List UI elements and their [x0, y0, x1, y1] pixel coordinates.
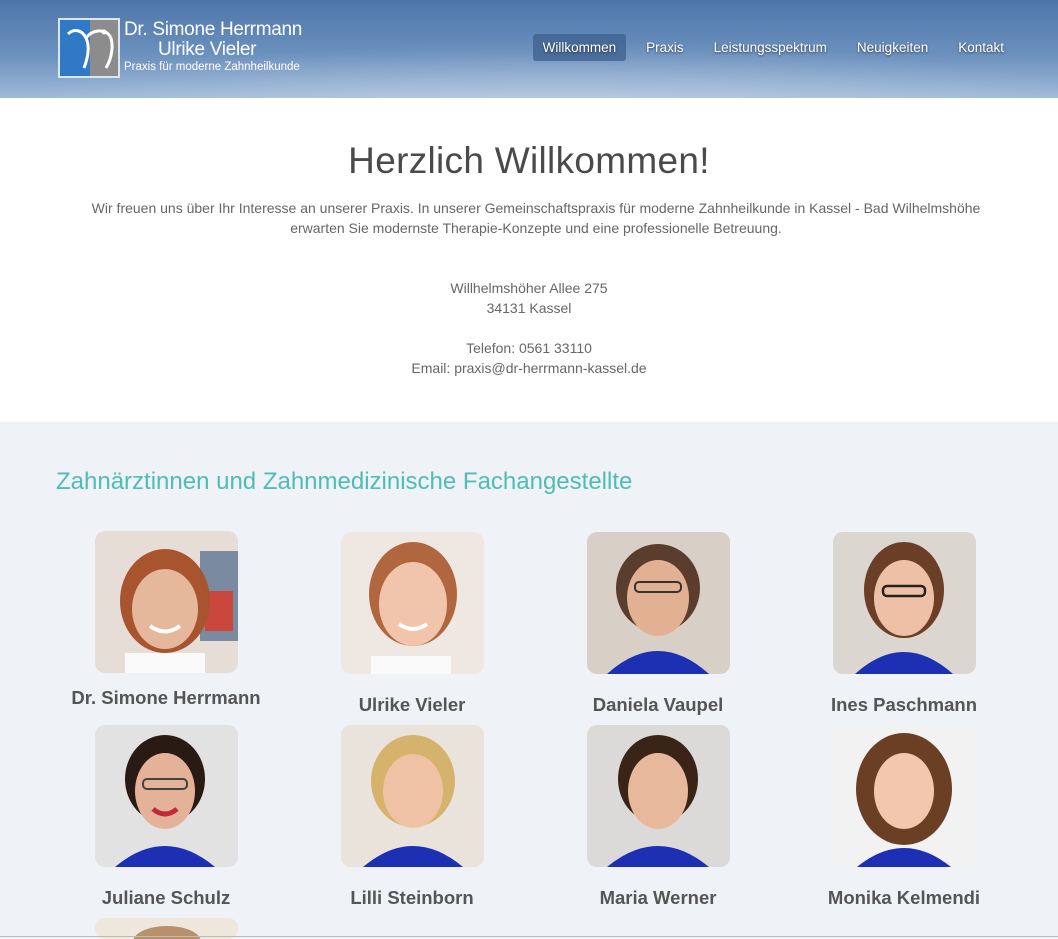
team-member-card[interactable]: Maria Werner — [548, 725, 768, 909]
logo[interactable]: Dr. Simone Herrmann Ulrike Vieler Praxis… — [58, 18, 302, 80]
team-member-card[interactable]: Daniela Vaupel — [548, 532, 768, 716]
site-header: Dr. Simone Herrmann Ulrike Vieler Praxis… — [0, 0, 1058, 98]
address-street: Willhelmshöher Allee 275 — [450, 280, 608, 296]
team-member-card[interactable]: Monika Kelmendi — [794, 725, 1014, 909]
divider — [0, 936, 1058, 937]
member-photo — [832, 532, 976, 674]
email-link[interactable]: Email: praxis@dr-herrmann-kassel.de — [0, 358, 1058, 378]
member-photo — [340, 532, 484, 674]
nav-item-kontakt[interactable]: Kontakt — [948, 34, 1014, 61]
member-photo — [832, 725, 976, 867]
page-title: Herzlich Willkommen! — [348, 140, 710, 181]
member-name: Dr. Simone Herrmann — [71, 687, 261, 708]
member-photo — [94, 531, 238, 673]
team-title: Zahnärztinnen und Zahnmedizinische Facha… — [56, 468, 633, 495]
member-name: Ulrike Vieler — [358, 694, 466, 715]
member-name: Monika Kelmendi — [827, 887, 981, 908]
intro-text: Wir freuen uns über Ihr Interesse an uns… — [91, 200, 981, 236]
phone-text[interactable]: Telefon: 0561 33110 — [0, 338, 1058, 358]
nav-item-praxis[interactable]: Praxis — [636, 34, 694, 61]
member-name: Lilli Steinborn — [350, 887, 474, 908]
nav-item-neuigkeiten[interactable]: Neuigkeiten — [847, 34, 938, 61]
member-name: Ines Paschmann — [830, 694, 977, 715]
team-member-card[interactable]: Dr. Simone Herrmann — [56, 531, 276, 709]
contact-info: Telefon: 0561 33110 Email: praxis@dr-her… — [0, 338, 1058, 378]
member-photo — [586, 532, 730, 674]
nav-item-willkommen[interactable]: Willkommen — [532, 34, 627, 61]
address: Willhelmshöher Allee 275 34131 Kassel — [0, 278, 1058, 318]
main-nav: Willkommen Praxis Leistungsspektrum Neui… — [523, 34, 1014, 61]
team-member-card[interactable]: Ulrike Vieler — [302, 532, 522, 716]
nav-item-leistungsspektrum[interactable]: Leistungsspektrum — [704, 34, 837, 61]
member-name: Juliane Schulz — [101, 887, 231, 908]
brand-line2: Ulrike Vieler — [158, 39, 257, 60]
member-photo — [94, 725, 238, 867]
brand-tagline: Praxis für moderne Zahnheilkunde — [124, 61, 300, 73]
team-section: Zahnärztinnen und Zahnmedizinische Facha… — [0, 422, 1058, 939]
team-member-card[interactable]: Ines Paschmann — [794, 532, 1014, 716]
address-city: 34131 Kassel — [486, 300, 572, 316]
member-name: Daniela Vaupel — [592, 694, 724, 715]
member-photo — [340, 725, 484, 867]
tooth-logo-icon — [58, 18, 120, 78]
welcome-section: Herzlich Willkommen! Wir freuen uns über… — [0, 98, 1058, 422]
team-member-card[interactable]: Lilli Steinborn — [302, 725, 522, 909]
brand-line1: Dr. Simone Herrmann — [124, 19, 303, 40]
team-member-card[interactable]: Juliane Schulz — [56, 725, 276, 909]
member-name: Maria Werner — [599, 887, 717, 908]
member-photo — [586, 725, 730, 867]
